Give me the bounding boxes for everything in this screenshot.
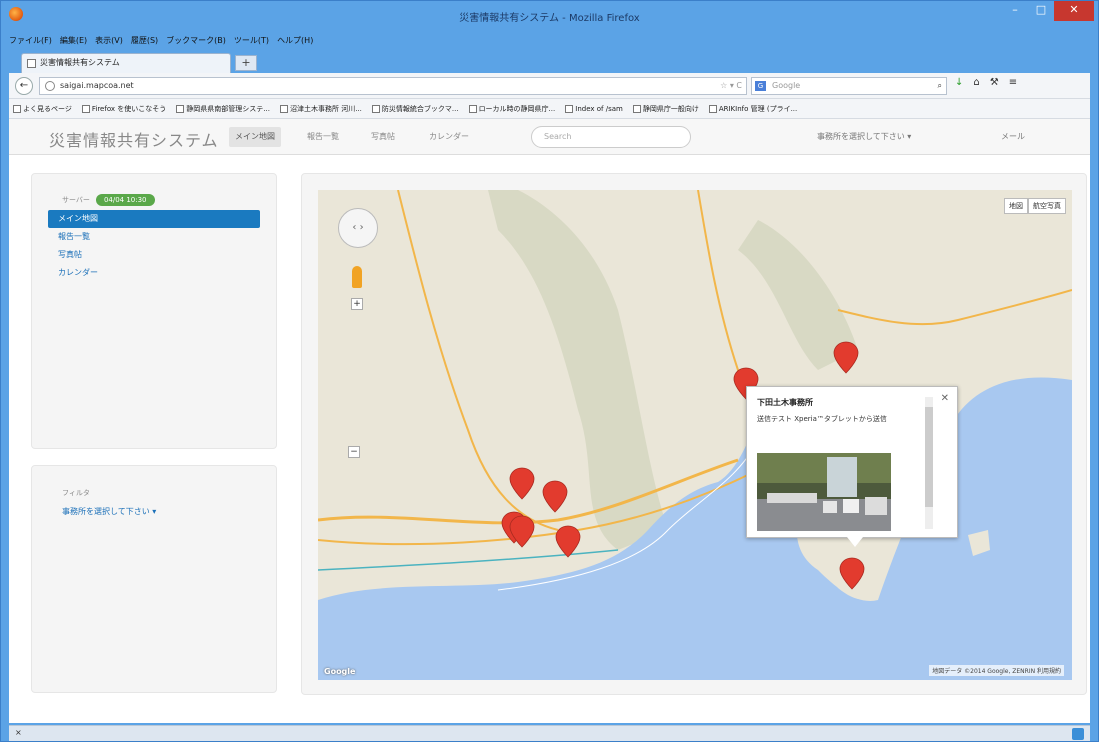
filter-label: フィルタ [62, 489, 90, 497]
zoom-out-button[interactable]: − [348, 446, 360, 458]
sidebar-item-report-list[interactable]: 報告一覧 [48, 228, 260, 246]
nav-photo-album[interactable]: 写真帖 [365, 127, 401, 147]
status-close[interactable]: × [15, 728, 22, 737]
page-favicon-icon [27, 59, 36, 68]
bookmark-icon [13, 104, 21, 113]
menu-history[interactable]: 履歴(S) [131, 35, 158, 51]
url-text: saigai.mapcoa.net [60, 81, 134, 90]
bookmark-item[interactable]: よく見るページ [13, 104, 72, 114]
window-title: 災害情報共有システム - Mozilla Firefox [459, 13, 640, 24]
bookmark-icon [565, 104, 574, 113]
bookmark-icon [371, 104, 380, 113]
menu-edit[interactable]: 編集(E) [60, 35, 87, 51]
bookmark-icon [176, 104, 185, 113]
sidebar-panel: サーバー 04/04 10:30 メイン地図 報告一覧 写真帖 カレンダー [31, 173, 277, 449]
menu-bookmarks[interactable]: ブックマーク(B) [166, 35, 226, 51]
globe-icon [45, 81, 55, 91]
browser-search-input[interactable]: G Google ⌕ [751, 77, 947, 95]
bookmark-item[interactable]: 沼津土木事務所 河川... [279, 104, 362, 114]
filter-office-select[interactable]: 事務所を選択して下さい ▾ [62, 506, 156, 517]
report-photo[interactable] [757, 453, 891, 531]
bookmark-icon [468, 104, 477, 113]
menu-tools[interactable]: ツール(T) [234, 35, 269, 51]
url-actions[interactable]: ☆ ▾ C [720, 78, 742, 94]
nav-report-list[interactable]: 報告一覧 [301, 127, 345, 147]
title-bar: 災害情報共有システム - Mozilla Firefox – □ ✕ [1, 1, 1098, 33]
url-input[interactable]: saigai.mapcoa.net ☆ ▾ C [39, 77, 747, 95]
app-navbar: 災害情報共有システム メイン地図 報告一覧 写真帖 カレンダー Search 事… [9, 119, 1090, 155]
navigation-bar: ← saigai.mapcoa.net ☆ ▾ C G Google ⌕ ↓ ⌂… [9, 73, 1090, 99]
filter-panel: フィルタ 事務所を選択して下さい ▾ [31, 465, 277, 693]
sidebar-nav: メイン地図 報告一覧 写真帖 カレンダー [48, 210, 260, 282]
toolbar-icons: ↓ ⌂ ⚒ ≡ [955, 77, 1017, 88]
close-button[interactable]: ✕ [1054, 1, 1094, 21]
menu-icon[interactable]: ≡ [1009, 77, 1017, 88]
menu-help[interactable]: ヘルプ(H) [277, 35, 313, 51]
back-button[interactable]: ← [15, 77, 33, 95]
pan-control-icon[interactable]: ‹ › [338, 208, 378, 248]
new-tab-button[interactable]: + [235, 55, 257, 71]
marker-info-window: 下田土木事務所 送信テスト Xperia™タブレットから送信 ✕ [746, 386, 958, 547]
app-search-input[interactable]: Search [531, 126, 691, 148]
minimize-button[interactable]: – [1002, 1, 1028, 21]
bookmark-item[interactable]: ローカル時の静岡県庁... [468, 104, 555, 114]
street-view-pegman-icon[interactable] [352, 266, 362, 288]
bookmark-item[interactable]: Index of /sam [565, 104, 623, 113]
menu-bar: ファイル(F) 編集(E) 表示(V) 履歴(S) ブックマーク(B) ツール(… [9, 35, 313, 51]
tab-active[interactable]: 災害情報共有システム [21, 53, 231, 73]
map-svg [318, 190, 1072, 680]
scroll-thumb[interactable] [925, 407, 933, 507]
bookmark-icon [632, 104, 641, 113]
app-brand[interactable]: 災害情報共有システム [49, 127, 219, 151]
status-bar: × [9, 725, 1090, 741]
window-controls: – □ ✕ [1002, 1, 1094, 21]
menu-view[interactable]: 表示(V) [95, 35, 123, 51]
map-attribution[interactable]: 地図データ ©2014 Google, ZENRIN 利用規約 [929, 665, 1064, 676]
bookmark-item[interactable]: 静岡県県南部管理システ... [176, 104, 270, 114]
addon-icon[interactable] [1072, 728, 1084, 740]
download-icon[interactable]: ↓ [955, 77, 963, 88]
info-text: 送信テスト Xperia™タブレットから送信 [757, 415, 887, 423]
zoom-in-button[interactable]: + [351, 298, 363, 310]
tab-strip: 災害情報共有システム + [9, 51, 1090, 73]
bookmark-icon [279, 104, 288, 113]
bookmarks-toolbar: よく見るページ Firefox を使いこなそう 静岡県県南部管理システ... 沼… [9, 99, 1090, 119]
search-icon[interactable]: ⌕ [938, 78, 942, 94]
bookmark-item[interactable]: 静岡県庁一般向け [632, 104, 699, 114]
browser-window: 災害情報共有システム - Mozilla Firefox – □ ✕ ファイル(… [0, 0, 1099, 742]
server-status: サーバー 04/04 10:30 [62, 194, 155, 206]
office-selector[interactable]: 事務所を選択して下さい ▾ [817, 127, 911, 147]
map-canvas[interactable]: 地図 航空写真 ‹ › + − Google 地図データ ©2014 Googl… [318, 190, 1072, 680]
map-type-control: 地図 航空写真 [1004, 198, 1066, 214]
sidebar-item-photo-album[interactable]: 写真帖 [48, 246, 260, 264]
home-icon[interactable]: ⌂ [973, 77, 979, 88]
bookmark-item[interactable]: Firefox を使いこなそう [81, 104, 166, 114]
map-type-roadmap[interactable]: 地図 [1004, 198, 1028, 214]
map-type-satellite[interactable]: 航空写真 [1028, 198, 1066, 214]
map-panel: 地図 航空写真 ‹ › + − Google 地図データ ©2014 Googl… [301, 173, 1087, 695]
bookmark-icon [81, 104, 90, 113]
server-time-badge: 04/04 10:30 [95, 194, 155, 206]
tools-icon[interactable]: ⚒ [990, 77, 999, 88]
tab-label: 災害情報共有システム [40, 58, 120, 67]
nav-calendar[interactable]: カレンダー [423, 127, 475, 147]
info-close-icon[interactable]: ✕ [941, 393, 949, 404]
google-logo: Google [324, 667, 356, 676]
menu-file[interactable]: ファイル(F) [9, 35, 52, 51]
mail-link[interactable]: メール [1001, 127, 1025, 147]
sidebar-item-main-map[interactable]: メイン地図 [48, 210, 260, 228]
info-title: 下田土木事務所 [757, 398, 813, 407]
nav-main-map[interactable]: メイン地図 [229, 127, 281, 147]
page-content: 災害情報共有システム メイン地図 報告一覧 写真帖 カレンダー Search 事… [9, 119, 1090, 723]
sidebar-item-calendar[interactable]: カレンダー [48, 264, 260, 282]
info-scrollbar[interactable] [925, 397, 933, 529]
bookmark-item[interactable]: ARIKInfo 管理 (プライ... [708, 104, 797, 114]
search-placeholder: Google [772, 81, 801, 90]
maximize-button[interactable]: □ [1028, 1, 1054, 21]
bookmark-icon [708, 104, 717, 113]
photo-svg [757, 453, 891, 531]
google-icon: G [755, 81, 766, 91]
server-label: サーバー [62, 196, 90, 204]
bookmark-item[interactable]: 防災情報統合ブックマ... [371, 104, 459, 114]
